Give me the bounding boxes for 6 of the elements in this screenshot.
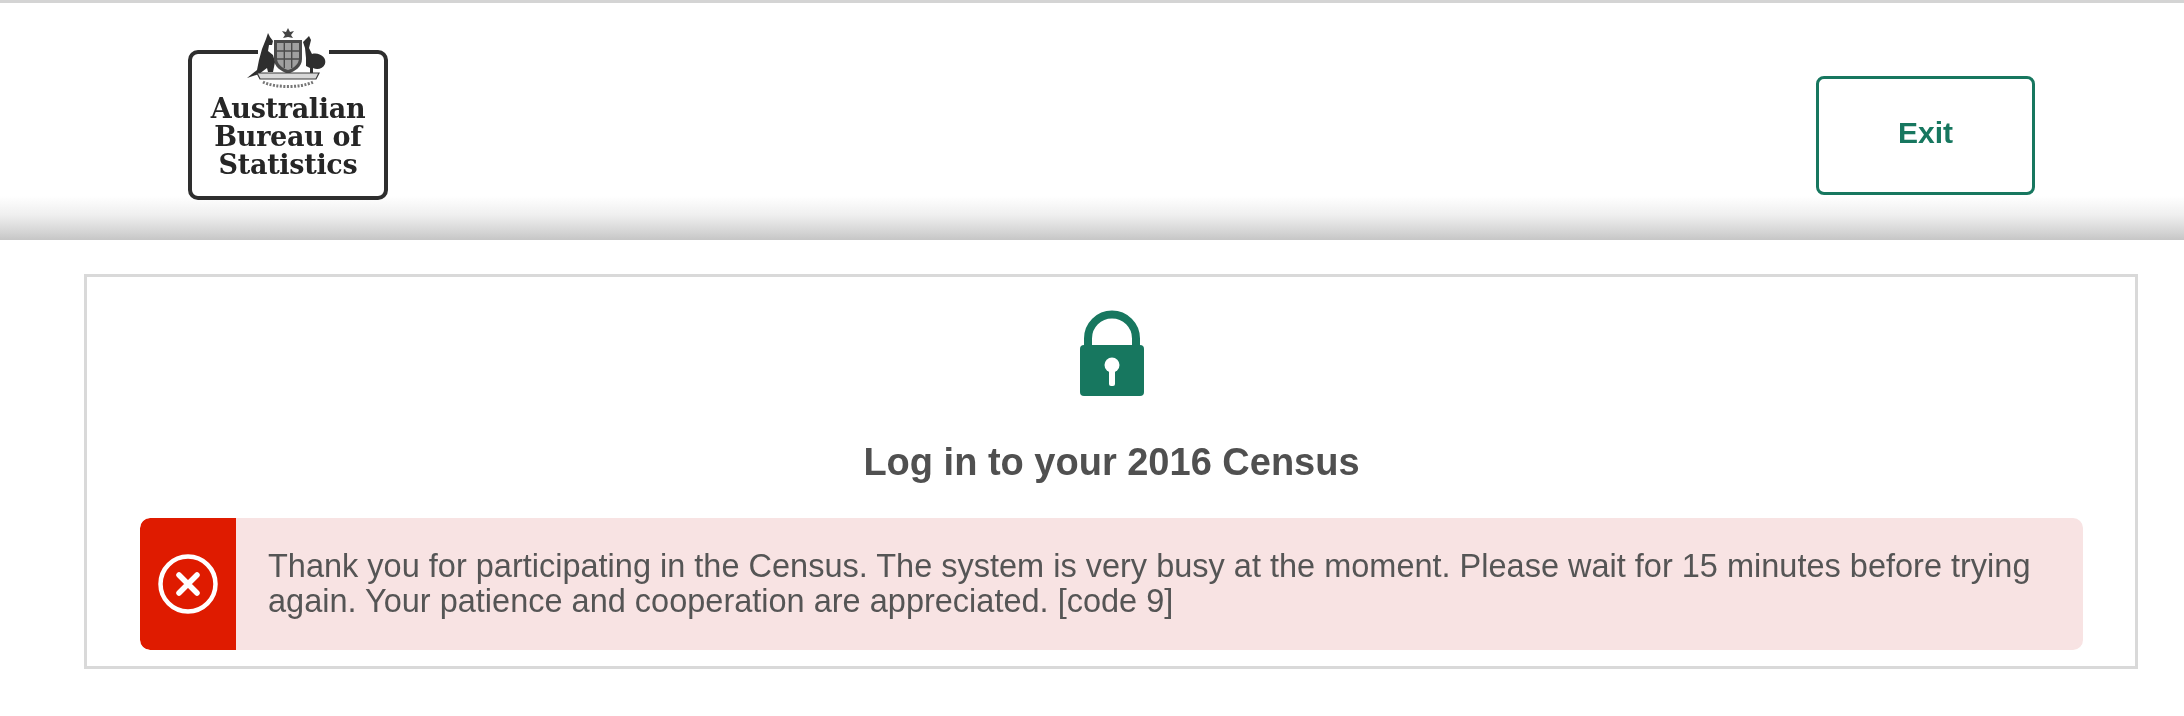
exit-button[interactable]: Exit <box>1816 76 2035 195</box>
logo-text: Australian Bureau of Statistics <box>210 95 366 179</box>
error-icon <box>158 554 218 614</box>
padlock-icon <box>1079 310 1144 396</box>
error-message: Thank you for participating in the Census. The system is very busy at the moment. Please wait for 15 minutes before trying again. Your patience and cooperation are appreciated. [code 9] <box>267 547 2032 621</box>
login-title: Log in to your 2016 Census <box>863 440 1360 484</box>
